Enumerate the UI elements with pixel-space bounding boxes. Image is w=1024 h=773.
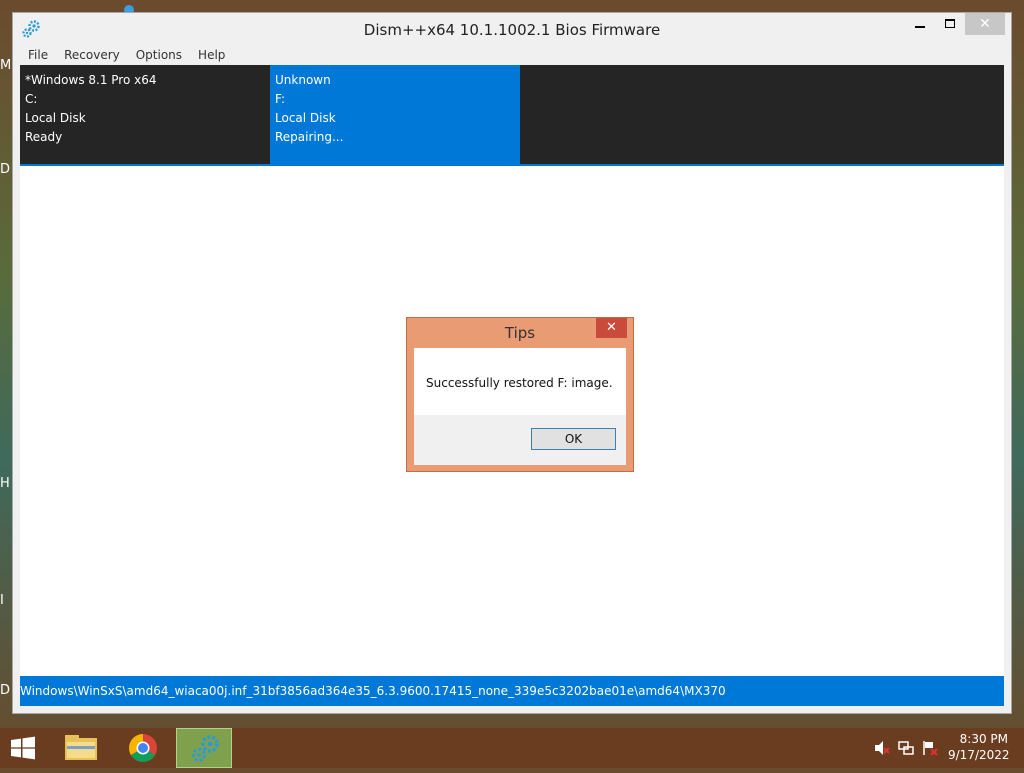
image-drive: C: <box>25 92 38 106</box>
menu-help[interactable]: Help <box>190 45 233 65</box>
clock-time: 8:30 PM <box>959 732 1008 746</box>
image-status: Repairing... <box>275 130 344 144</box>
image-name: Unknown <box>275 73 331 87</box>
dialog-message-area: Successfully restored F: image. <box>414 348 626 415</box>
action-center-icon[interactable] <box>922 740 938 756</box>
taskbar-file-explorer[interactable] <box>53 728 109 768</box>
image-card-unknown[interactable]: Unknown F: Local Disk Repairing... <box>270 65 520 164</box>
title-bar[interactable]: Dism++x64 10.1.1002.1 Bios Firmware ✕ <box>13 13 1011 45</box>
image-card-windows[interactable]: *Windows 8.1 Pro x64 C: Local Disk Ready <box>20 65 270 164</box>
taskbar: 8:30 PM 9/17/2022 <box>0 728 1024 768</box>
maximize-button[interactable] <box>935 13 965 35</box>
desktop-label-fragment: M <box>0 58 12 73</box>
taskbar-chrome[interactable] <box>115 728 171 768</box>
image-status: Ready <box>25 130 63 144</box>
menu-file[interactable]: File <box>20 45 56 65</box>
taskbar-clock[interactable]: 8:30 PM 9/17/2022 <box>948 731 1010 763</box>
start-button[interactable] <box>0 728 46 768</box>
desktop-label-fragment: I <box>0 593 4 608</box>
image-name: *Windows 8.1 Pro x64 <box>25 73 157 87</box>
menu-bar: File Recovery Options Help <box>20 45 233 65</box>
menu-options[interactable]: Options <box>128 45 190 65</box>
desktop-label-fragment: D <box>0 683 11 698</box>
taskbar-dism[interactable] <box>176 728 232 768</box>
dialog-close-button[interactable]: ✕ <box>596 318 627 338</box>
image-selector-panel: *Windows 8.1 Pro x64 C: Local Disk Ready… <box>20 65 1004 164</box>
close-icon: ✕ <box>979 16 991 32</box>
dism-icon <box>192 735 219 762</box>
ok-button[interactable]: OK <box>531 428 616 450</box>
window-title: Dism++x64 10.1.1002.1 Bios Firmware <box>363 21 661 39</box>
volume-muted-icon[interactable] <box>874 740 890 756</box>
dialog-message: Successfully restored F: image. <box>426 376 613 390</box>
clock-date: 9/17/2022 <box>948 748 1010 762</box>
tips-dialog: Tips ✕ Successfully restored F: image. O… <box>406 317 634 472</box>
status-path: Windows\WinSxS\amd64_wiaca00j.inf_31bf38… <box>20 684 726 698</box>
image-type: Local Disk <box>275 111 336 125</box>
menu-recovery[interactable]: Recovery <box>56 45 128 65</box>
file-explorer-icon <box>65 735 97 760</box>
status-bar: Windows\WinSxS\amd64_wiaca00j.inf_31bf38… <box>20 676 1004 706</box>
chrome-icon <box>129 734 157 762</box>
image-drive: F: <box>275 92 286 106</box>
image-type: Local Disk <box>25 111 86 125</box>
dialog-body: Successfully restored F: image. OK <box>414 348 626 465</box>
desktop-label-fragment: D <box>0 162 11 177</box>
desktop-label-fragment: H <box>0 476 10 491</box>
close-icon: ✕ <box>606 320 617 335</box>
close-button[interactable]: ✕ <box>965 13 1005 35</box>
windows-logo-icon <box>11 736 35 760</box>
network-icon[interactable] <box>898 740 914 756</box>
minimize-button[interactable] <box>905 13 935 35</box>
